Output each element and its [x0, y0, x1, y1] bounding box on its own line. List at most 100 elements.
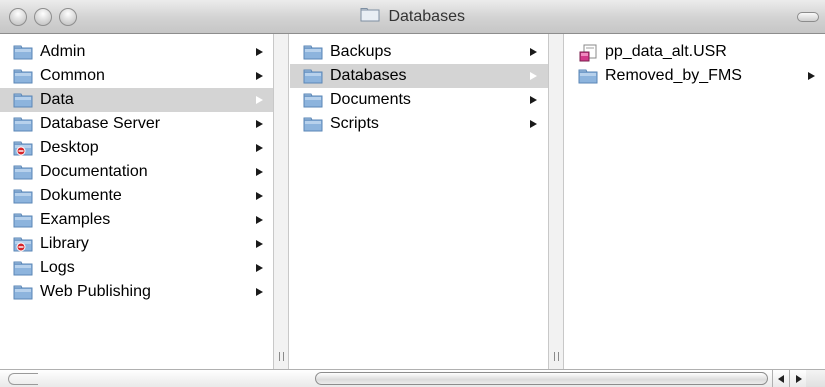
folder-icon-graphic	[303, 93, 323, 108]
column-2-item-label: Documents	[330, 91, 411, 108]
column-3-item[interactable]: pp_data_alt.USR	[565, 40, 825, 64]
column-1-item-label: Desktop	[40, 139, 99, 156]
column-1-item-label: Web Publishing	[40, 283, 151, 300]
disclosure-arrow-icon	[256, 216, 263, 224]
disclosure-arrow-icon	[256, 48, 263, 56]
restricted-folder-icon	[13, 140, 33, 156]
column-resize-grip[interactable]	[554, 352, 559, 361]
column-1-item-label: Documentation	[40, 163, 148, 180]
column-1-item[interactable]: Dokumente	[0, 184, 273, 208]
column-1-item-label: Admin	[40, 43, 86, 60]
restricted-folder-icon-graphic	[13, 237, 33, 252]
column-2-item[interactable]: Backups	[290, 40, 548, 64]
column-1-item[interactable]: Library	[0, 232, 273, 256]
folder-icon-graphic	[303, 69, 323, 84]
folder-icon-graphic	[13, 117, 33, 132]
window-title-area: Databases	[0, 7, 825, 27]
disclosure-arrow-icon	[530, 96, 537, 104]
folder-icon	[13, 68, 33, 84]
scroll-right-arrow-icon	[796, 375, 802, 383]
disclosure-arrow-icon	[256, 168, 263, 176]
scroll-left-button[interactable]	[772, 370, 789, 387]
folder-icon	[303, 44, 323, 60]
title-folder-icon	[360, 7, 380, 27]
disclosure-arrow-icon	[256, 288, 263, 296]
disclosure-arrow-icon	[808, 72, 815, 80]
resize-corner[interactable]	[806, 370, 825, 387]
column-1-item[interactable]: Data	[0, 88, 273, 112]
column-2-item[interactable]: Databases	[290, 64, 548, 88]
disclosure-arrow-icon	[256, 120, 263, 128]
finder-window: Databases Admin Common Data Database Server…	[0, 0, 825, 387]
disclosure-arrow-icon	[256, 144, 263, 152]
folder-icon-graphic	[303, 45, 323, 60]
folder-icon	[13, 284, 33, 300]
folder-icon-graphic	[13, 165, 33, 180]
restricted-folder-icon	[13, 236, 33, 252]
column-1-item[interactable]: Common	[0, 64, 273, 88]
scroll-track-start[interactable]	[8, 373, 38, 385]
scroll-right-button[interactable]	[789, 370, 806, 387]
column-1-item-label: Database Server	[40, 115, 161, 132]
column-1-item[interactable]: Examples	[0, 208, 273, 232]
column-1-resize-gutter[interactable]	[274, 34, 289, 369]
column-1-item[interactable]: Logs	[0, 256, 273, 280]
column-1-item-label: Examples	[40, 211, 111, 228]
column-2-item-label: Databases	[330, 67, 407, 84]
folder-icon-graphic	[13, 213, 33, 228]
window-title: Databases	[388, 8, 465, 25]
folder-icon-graphic	[578, 69, 598, 84]
folder-icon-graphic	[13, 93, 33, 108]
column-3-item-label: Removed_by_FMS	[605, 67, 742, 84]
scroll-left-arrow-icon	[778, 375, 784, 383]
column-1-item-label: Logs	[40, 259, 75, 276]
disclosure-arrow-icon	[530, 120, 537, 128]
column-3-item-label: pp_data_alt.USR	[605, 43, 727, 60]
column-1-item-label: Common	[40, 67, 105, 84]
column-resize-grip[interactable]	[279, 352, 284, 361]
disclosure-arrow-icon	[256, 96, 263, 104]
scroll-thumb[interactable]	[315, 372, 768, 385]
column-3[interactable]: pp_data_alt.USR Removed_by_FMS	[565, 34, 825, 369]
folder-icon	[13, 188, 33, 204]
folder-icon	[13, 116, 33, 132]
folder-icon-graphic	[13, 261, 33, 276]
column-1[interactable]: Admin Common Data Database Server Desktop Doc…	[0, 34, 274, 369]
folder-icon-graphic	[13, 45, 33, 60]
column-2-item-label: Scripts	[330, 115, 379, 132]
folder-icon	[303, 116, 323, 132]
column-2-item[interactable]: Documents	[290, 88, 548, 112]
folder-icon	[13, 212, 33, 228]
column-1-item[interactable]: Web Publishing	[0, 280, 273, 304]
folder-icon	[303, 68, 323, 84]
disclosure-arrow-icon	[530, 72, 537, 80]
column-2-item-label: Backups	[330, 43, 392, 60]
folder-icon	[578, 68, 598, 84]
disclosure-arrow-icon	[256, 264, 263, 272]
filemaker-file-icon	[578, 44, 598, 62]
column-1-item-label: Library	[40, 235, 89, 252]
disclosure-arrow-icon	[256, 192, 263, 200]
filemaker-file-icon-graphic	[579, 44, 597, 62]
column-2-item[interactable]: Scripts	[290, 112, 548, 136]
column-1-item[interactable]: Desktop	[0, 136, 273, 160]
column-3-item[interactable]: Removed_by_FMS	[565, 64, 825, 88]
disclosure-arrow-icon	[256, 72, 263, 80]
folder-icon-graphic	[13, 69, 33, 84]
title-bar[interactable]: Databases	[0, 0, 825, 34]
disclosure-arrow-icon	[530, 48, 537, 56]
column-2-resize-gutter[interactable]	[549, 34, 564, 369]
folder-icon	[13, 260, 33, 276]
folder-icon	[13, 92, 33, 108]
horizontal-scrollbar[interactable]	[0, 369, 825, 387]
column-1-item-label: Data	[40, 91, 74, 108]
column-1-item[interactable]: Database Server	[0, 112, 273, 136]
toolbar-toggle-button[interactable]	[797, 12, 819, 22]
column-1-item-label: Dokumente	[40, 187, 122, 204]
column-1-item[interactable]: Admin	[0, 40, 273, 64]
restricted-folder-icon-graphic	[13, 141, 33, 156]
column-1-item[interactable]: Documentation	[0, 160, 273, 184]
folder-icon	[13, 164, 33, 180]
folder-icon	[13, 44, 33, 60]
column-2[interactable]: Backups Databases Documents Scripts	[290, 34, 549, 369]
